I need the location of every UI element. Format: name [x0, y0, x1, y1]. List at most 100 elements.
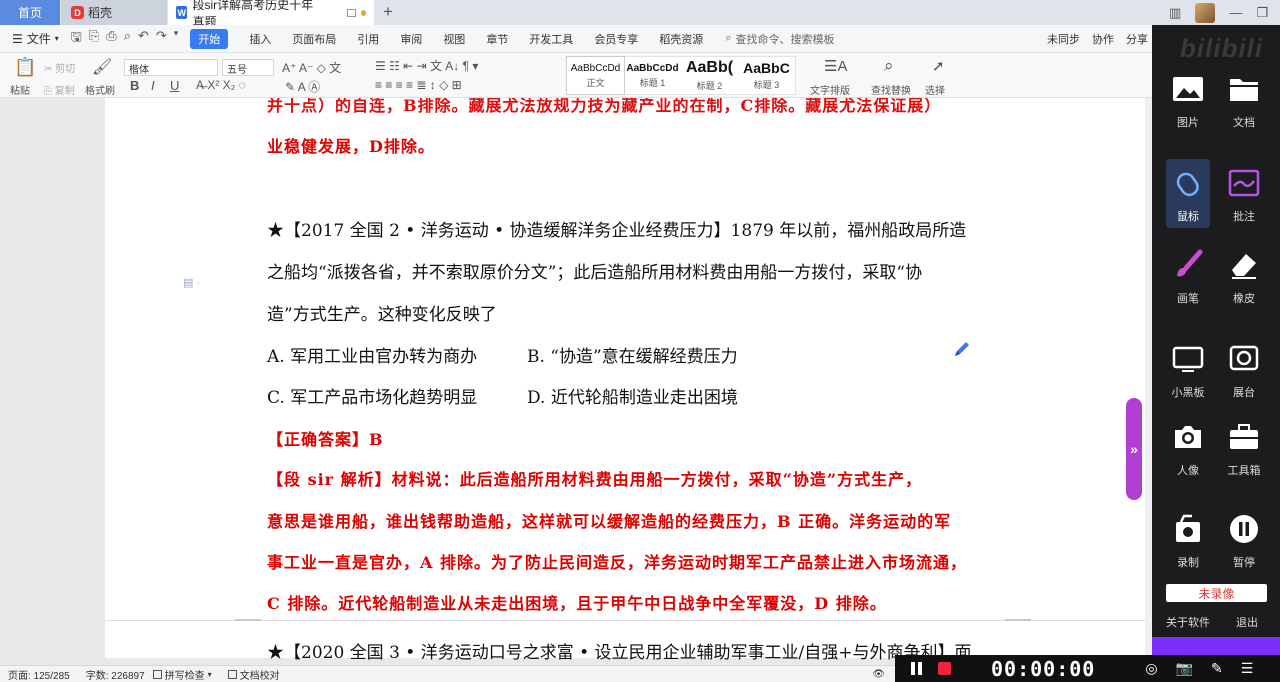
sync-status[interactable]: 未同步 — [1047, 31, 1080, 47]
spell-check[interactable]: 拼写检查 ▾ — [152, 667, 212, 682]
style-heading-1-sample: AaBbCcDd — [626, 62, 679, 74]
style-heading-3[interactable]: AaBbC 标题 3 — [738, 57, 795, 94]
window-controls: ▥ — ❐ — [1169, 0, 1280, 25]
highlight-icon[interactable]: ✎ A Ⓐ — [285, 78, 320, 95]
brush-icon — [1168, 245, 1208, 285]
page-indicator[interactable]: 页面: 125/285 — [8, 667, 70, 682]
format-painter-icon[interactable]: 🖌 — [92, 57, 112, 77]
tab-document[interactable]: W 段sir详解高考历史十年真题 — [168, 0, 374, 29]
tool-record-label: 录制 — [1177, 557, 1199, 569]
tab-daoke[interactable]: D 稻壳 — [61, 0, 167, 25]
tool-brush-label: 画笔 — [1177, 293, 1199, 305]
tool-brush[interactable]: 画笔 — [1160, 245, 1216, 306]
tool-annotate[interactable]: 批注 — [1216, 163, 1272, 224]
find-replace-label[interactable]: 查找替换 — [871, 82, 911, 97]
font-name-select[interactable]: 楷体 — [124, 59, 218, 76]
question-stem-line: ★【2020 全国 3 • 洋务运动口号之求富 • 设立民用企业辅助军事工业/自… — [267, 643, 972, 663]
style-heading-1[interactable]: AaBbCcDd 标题 1 — [624, 57, 681, 94]
tool-mouse[interactable]: 鼠标 — [1166, 159, 1210, 228]
style-heading-2-sample: AaBb( — [685, 59, 734, 76]
text-layout-label[interactable]: 文字排版 — [810, 82, 850, 97]
cut-button[interactable]: ✂ 剪切 — [44, 60, 75, 75]
font-size-select[interactable]: 五号 — [222, 59, 274, 76]
strikethrough-icon[interactable]: A̶ X² X₂ ◌ — [196, 78, 246, 92]
menu-member[interactable]: 会员专享 — [594, 31, 638, 47]
style-heading-2[interactable]: AaBb( 标题 2 — [681, 57, 738, 94]
tool-document[interactable]: 文档 — [1216, 69, 1272, 130]
word-count[interactable]: 字数: 226897 — [86, 667, 145, 682]
list-icons[interactable]: ☰ ☷ ⇤ ⇥ 文 A↓ ¶ ▾ — [375, 57, 478, 74]
text-layout-icon[interactable]: ☰A — [824, 57, 847, 75]
document-page[interactable]: 并十点）的自连，B排除。藏展尤法放规力技为藏产业的在制，C排除。藏展尤法保证展）… — [105, 98, 1147, 663]
window-box-icon[interactable] — [346, 8, 356, 17]
menu-review[interactable]: 审阅 — [400, 31, 422, 47]
camera-icon[interactable]: 📷 — [1176, 660, 1193, 677]
presenter-icon — [1224, 339, 1264, 379]
chevron-down-icon: ▾ — [54, 34, 59, 43]
style-normal[interactable]: AaBbCcDd 正文 — [566, 56, 625, 95]
menu-bar: ☰ 文件 ▾ 🖫 ⎘ ⎙ ⌕ ↶ ↷ ▾ 开始 插入 页面布局 引用 审阅 视图… — [0, 25, 1152, 53]
panel-toggle-handle[interactable]: » — [1126, 398, 1142, 500]
tab-home[interactable]: 首页 — [0, 0, 60, 25]
tool-presenter[interactable]: 展台 — [1216, 339, 1272, 400]
redo-icon[interactable]: ↷ — [156, 28, 167, 50]
print-icon[interactable]: ⎙ — [106, 28, 116, 50]
menu-view[interactable]: 视图 — [443, 31, 465, 47]
tool-pause[interactable]: 暂停 — [1216, 509, 1272, 570]
format-painter-label[interactable]: 格式刷 — [85, 82, 115, 97]
paste-icon[interactable]: 📋 — [14, 57, 36, 78]
ribbon-start: 📋 粘贴 ✂ 剪切 ⎘ 复制 🖌 格式刷 楷体 五号 A⁺ A⁻ ◇ 文 B I… — [0, 53, 1152, 98]
italic-icon[interactable]: I — [151, 78, 155, 93]
collab-button[interactable]: 协作 — [1092, 31, 1114, 47]
share-button[interactable]: 分享 — [1126, 31, 1148, 47]
pause-icon[interactable] — [911, 662, 922, 675]
menu-section[interactable]: 章节 — [486, 31, 508, 47]
underline-icon[interactable]: U — [170, 78, 179, 93]
proof-icon — [227, 669, 237, 679]
pen-icon[interactable]: ✎ — [1211, 660, 1223, 677]
file-menu[interactable]: ☰ 文件 ▾ — [12, 30, 59, 47]
stop-record-icon[interactable] — [938, 662, 951, 675]
screenshot-icon[interactable]: ◎ — [1145, 660, 1157, 677]
tool-blackboard[interactable]: 小黑板 — [1160, 339, 1216, 400]
paste-label[interactable]: 粘贴 — [10, 82, 30, 97]
customize-icon[interactable]: ▾ — [174, 28, 179, 50]
save-icon[interactable]: 🖫 — [71, 28, 82, 50]
avatar[interactable] — [1195, 2, 1216, 23]
menu-start[interactable]: 开始 — [190, 28, 229, 49]
style-heading-1-label: 标题 1 — [639, 77, 666, 88]
print-preview-icon[interactable]: ⌕ — [124, 28, 131, 50]
select-label[interactable]: 选择 — [925, 82, 945, 97]
tool-eraser[interactable]: 橡皮 — [1216, 245, 1272, 306]
tool-record[interactable]: 录制 — [1160, 509, 1216, 570]
copy-button[interactable]: ⎘ 复制 — [44, 82, 75, 97]
select-cursor-icon[interactable]: ➚ — [932, 57, 945, 75]
doc-proofread[interactable]: 文档校对 — [227, 667, 280, 682]
menu-daoke-resources[interactable]: 稻壳资源 — [659, 31, 703, 47]
vertical-scrollbar[interactable] — [1145, 98, 1152, 665]
menu-references[interactable]: 引用 — [357, 31, 379, 47]
minimize-icon[interactable]: — — [1229, 5, 1242, 20]
eye-icon[interactable]: 👁 — [872, 669, 885, 680]
menu-insert[interactable]: 插入 — [249, 31, 271, 47]
export-pdf-icon[interactable]: ⎘ — [89, 28, 99, 50]
align-icons[interactable]: ≡ ≡ ≡ ≡ ≣ ↕ ◇ ⊞ — [375, 78, 462, 92]
undo-icon[interactable]: ↶ — [138, 28, 149, 50]
about-software-link[interactable]: 关于软件 — [1166, 614, 1210, 630]
find-replace-icon[interactable]: ⌕ — [884, 56, 894, 76]
command-search[interactable]: ⌕ 查找命令、搜索模板 — [725, 31, 834, 47]
tool-toolbox[interactable]: 工具箱 — [1216, 417, 1272, 478]
menu-icon[interactable]: ☰ — [1241, 660, 1254, 677]
annotate-icon — [1224, 163, 1264, 203]
tool-portrait[interactable]: 人像 — [1160, 417, 1216, 478]
tool-image[interactable]: 图片 — [1160, 69, 1216, 130]
menu-developer[interactable]: 开发工具 — [529, 31, 573, 47]
bold-icon[interactable]: B — [130, 78, 139, 93]
add-tab-icon[interactable]: + — [383, 2, 393, 22]
layout-icon[interactable]: ▥ — [1169, 5, 1181, 21]
paragraph-handle-icon[interactable]: ▤ · — [183, 276, 200, 289]
menu-page-layout[interactable]: 页面布局 — [292, 31, 336, 47]
grow-font-icon[interactable]: A⁺ A⁻ ◇ 文 — [282, 59, 341, 76]
restore-icon[interactable]: ❐ — [1256, 5, 1268, 21]
exit-link[interactable]: 退出 — [1236, 614, 1258, 630]
